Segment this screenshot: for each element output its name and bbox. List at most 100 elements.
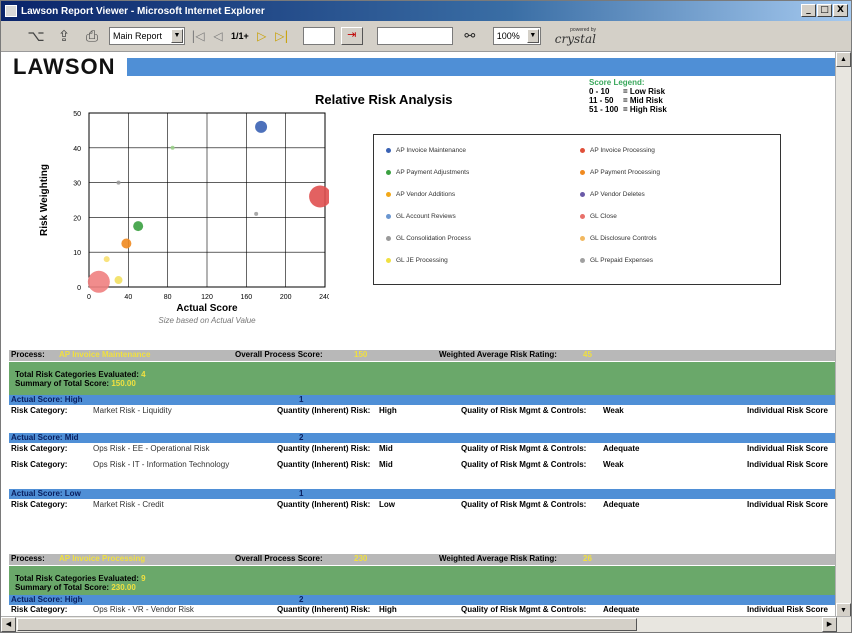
legend-item: GL Close — [580, 213, 760, 221]
legend-item: AP Vendor Additions — [386, 191, 566, 199]
data-point — [114, 276, 123, 285]
score-group-header: Actual Score: Mid 2 — [9, 433, 837, 443]
report-select-value: Main Report — [113, 31, 163, 41]
scroll-up-button[interactable]: ▲ — [836, 52, 851, 67]
risk-bubble-chart: 0 40 80 120 160 200 240 0 10 20 30 40 50 Actual Score… — [39, 111, 329, 325]
process-row: Process: AP Invoice Maintenance Overall … — [9, 350, 837, 361]
y-tick-label: 0 — [77, 285, 81, 292]
y-tick-label: 30 — [73, 181, 81, 188]
chart-subtitle: Size based on Actual Value — [158, 316, 256, 325]
horizontal-scrollbar[interactable]: ◀ ▶ — [1, 616, 851, 632]
crystal-logo: powered by crystal — [554, 26, 596, 46]
search-input[interactable] — [376, 27, 453, 45]
close-button[interactable]: X — [833, 4, 848, 17]
legend-item: GL Prepaid Expenses — [580, 257, 760, 265]
legend-swatch — [580, 170, 585, 175]
goto-page-button[interactable]: ⇥ — [340, 27, 363, 45]
chevron-down-icon: ▼ — [171, 29, 183, 43]
legend-swatch — [580, 258, 585, 263]
legend-label: GL Disclosure Controls — [590, 235, 657, 242]
risk-category-row: Risk Category: Market Risk - Liquidity Q… — [9, 406, 837, 418]
legend-swatch — [386, 192, 391, 197]
x-tick-label: 240 — [319, 294, 329, 301]
legend-item: GL Account Reviews — [386, 213, 566, 221]
legend-label: AP Payment Processing — [590, 169, 660, 176]
report-select[interactable]: Main Report ▼ — [109, 27, 185, 45]
x-tick-label: 120 — [201, 294, 213, 301]
legend-swatch — [386, 236, 391, 241]
window-title: Lawson Report Viewer - Microsoft Interne… — [21, 5, 265, 17]
tree-icon[interactable]: ⌥ — [25, 25, 47, 47]
scroll-right-button[interactable]: ▶ — [822, 617, 837, 632]
y-tick-label: 10 — [73, 250, 81, 257]
data-point — [116, 180, 121, 185]
goto-page-input[interactable] — [302, 27, 335, 45]
report-toolbar: ⌥ ⇪ ⎙ Main Report ▼ |◁ ◁ 1/1+ ▷ ▷| ⇥ ⚯ 1… — [1, 21, 851, 52]
page-indicator: 1/1+ — [231, 31, 249, 41]
legend-item: GL JE Processing — [386, 257, 566, 265]
legend-item: AP Payment Adjustments — [386, 169, 566, 177]
legend-label: GL Close — [590, 213, 617, 220]
y-tick-label: 50 — [73, 111, 81, 118]
legend-label: GL JE Processing — [396, 257, 448, 264]
risk-category-row: Risk Category: Market Risk - Credit Quan… — [9, 500, 837, 512]
data-point — [170, 145, 175, 150]
legend-swatch — [386, 170, 391, 175]
last-page-icon[interactable]: ▷| — [275, 29, 289, 43]
series-legend: AP Invoice Maintenance AP Invoice Process… — [373, 134, 781, 285]
risk-category-row: Risk Category: Ops Risk - EE - Operation… — [9, 444, 837, 456]
legend-item: AP Invoice Maintenance — [386, 147, 566, 155]
print-icon[interactable]: ⎙ — [81, 25, 103, 47]
header-bar — [127, 58, 837, 76]
y-tick-label: 40 — [73, 146, 81, 153]
data-point — [103, 256, 110, 263]
vertical-scrollbar[interactable]: ▲ ▼ — [835, 52, 851, 618]
legend-label: GL Account Reviews — [396, 213, 456, 220]
score-group-header: Actual Score: High 1 — [9, 395, 837, 405]
x-tick-label: 160 — [240, 294, 252, 301]
score-legend-title: Score Legend: — [589, 78, 645, 87]
export-icon[interactable]: ⇪ — [53, 25, 75, 47]
score-group-header: Actual Score: Low 1 — [9, 489, 837, 499]
lawson-logo: LAWSON — [13, 54, 116, 79]
data-point — [121, 238, 132, 249]
prev-page-icon[interactable]: ◁ — [211, 29, 225, 43]
minimize-button[interactable]: _ — [801, 4, 816, 17]
legend-item: GL Disclosure Controls — [580, 235, 760, 243]
legend-label: AP Invoice Processing — [590, 147, 655, 154]
data-point — [87, 270, 110, 293]
x-tick-label: 200 — [280, 294, 292, 301]
process-row: Process: AP Invoice Processing Overall P… — [9, 554, 837, 565]
first-page-icon[interactable]: |◁ — [191, 29, 205, 43]
chevron-down-icon: ▼ — [526, 29, 539, 43]
scroll-thumb[interactable] — [17, 618, 637, 631]
legend-swatch — [580, 148, 585, 153]
legend-item: GL Consolidation Process — [386, 235, 566, 243]
legend-swatch — [386, 148, 391, 153]
scroll-left-button[interactable]: ◀ — [1, 617, 16, 632]
title-bar: Lawson Report Viewer - Microsoft Interne… — [1, 1, 851, 21]
score-group-header: Actual Score: High 2 — [9, 595, 837, 605]
zoom-value: 100% — [496, 31, 520, 41]
next-page-icon[interactable]: ▷ — [255, 29, 269, 43]
data-point — [254, 211, 259, 216]
legend-swatch — [580, 214, 585, 219]
window-controls: _ □ X — [801, 4, 848, 17]
legend-item: AP Invoice Processing — [580, 147, 760, 155]
chart-title: Relative Risk Analysis — [315, 92, 453, 107]
legend-swatch — [386, 258, 391, 263]
score-legend: Score Legend: 0 - 10 = Low Risk 11 - 50 = … — [589, 78, 667, 114]
legend-swatch — [580, 236, 585, 241]
score-legend-row: 11 - 50 = Mid Risk — [589, 96, 663, 105]
legend-label: AP Vendor Additions — [396, 191, 456, 198]
binoculars-icon[interactable]: ⚯ — [459, 25, 481, 47]
x-tick-label: 80 — [164, 294, 172, 301]
data-point — [255, 120, 268, 133]
legend-label: GL Prepaid Expenses — [590, 257, 653, 264]
x-tick-label: 40 — [124, 294, 132, 301]
maximize-button[interactable]: □ — [817, 4, 832, 17]
legend-item: AP Payment Processing — [580, 169, 760, 177]
legend-label: AP Invoice Maintenance — [396, 147, 466, 154]
summary-row: Total Risk Categories Evaluated: 4 Summa… — [9, 362, 837, 395]
zoom-select[interactable]: 100% ▼ — [492, 27, 541, 45]
